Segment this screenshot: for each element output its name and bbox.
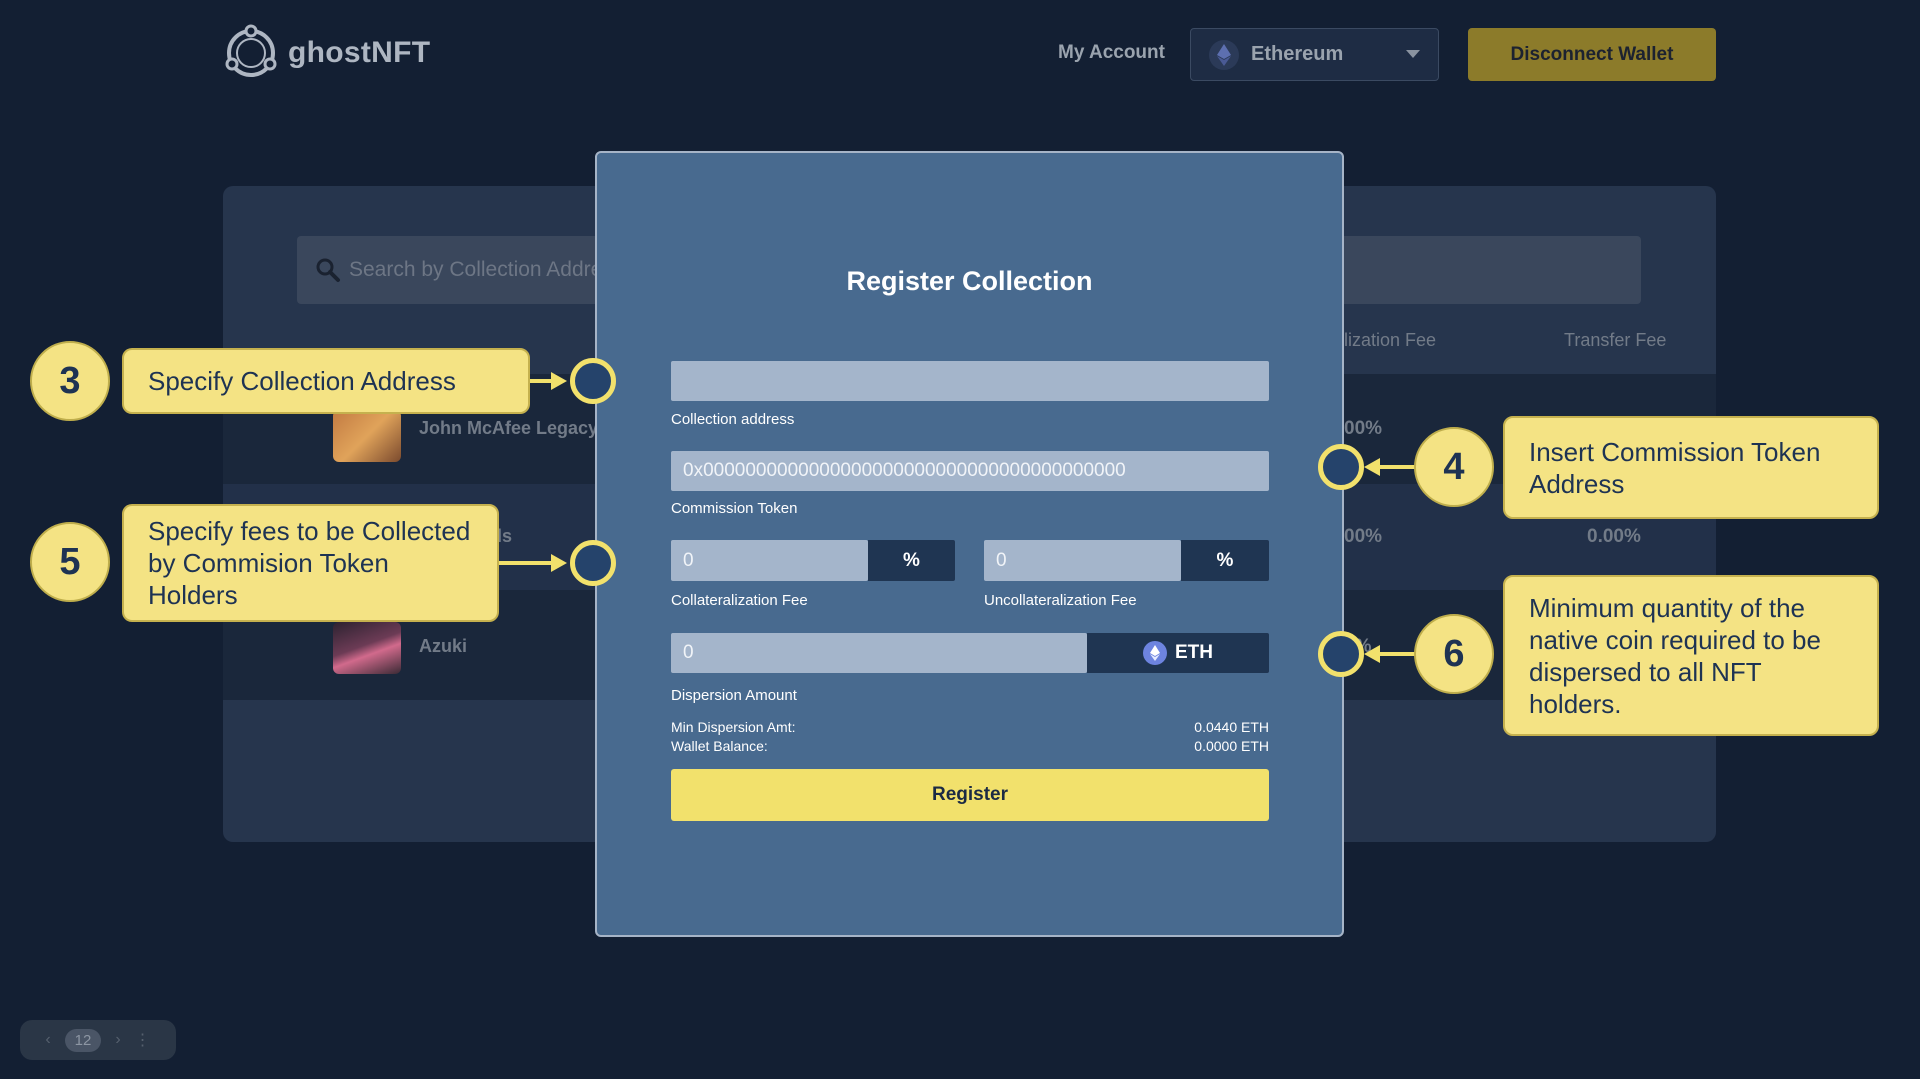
column-header-collateralization-fee: ralization Fee	[1328, 330, 1437, 350]
pagination: ‹ 12 › ⋮	[20, 1020, 176, 1060]
collection-name[interactable]: John McAfee Legacy	[419, 418, 598, 439]
search-icon	[316, 258, 340, 282]
arrow-right-icon	[551, 554, 567, 572]
uncollateralization-fee-input[interactable]: 0	[984, 540, 1181, 581]
chevron-down-icon	[1406, 50, 1420, 58]
callout-4-dot	[1318, 444, 1364, 490]
arrow-left-icon	[1364, 645, 1380, 663]
column-header-transfer-fee: Transfer Fee	[1564, 330, 1667, 350]
callout-6-dot	[1318, 631, 1364, 677]
network-select-value: Ethereum	[1251, 43, 1344, 65]
current-page[interactable]: 12	[64, 1028, 102, 1052]
collection-address-input[interactable]	[671, 361, 1269, 401]
collection-thumbnail	[333, 410, 401, 462]
chevron-right-icon[interactable]: ›	[115, 1031, 120, 1049]
collection-thumbnail	[333, 622, 401, 674]
arrow-left-icon	[1364, 458, 1380, 476]
my-account-link[interactable]: My Account	[1058, 42, 1165, 64]
callout-4-text: Insert Commission Token Address	[1503, 416, 1879, 519]
collection-fee: 00%	[1344, 526, 1383, 547]
callout-6-text: Minimum quantity of the native coin requ…	[1503, 575, 1879, 736]
callout-4-arrow	[1380, 465, 1415, 469]
callout-5-arrow	[499, 561, 552, 565]
ethereum-icon	[1209, 39, 1239, 70]
search-placeholder: Search by Collection Address	[349, 258, 624, 281]
collection-name[interactable]: Azuki	[419, 636, 467, 657]
collection-fee: 00%	[1344, 418, 1383, 439]
callout-3-badge: 3	[30, 341, 110, 421]
callout-3-arrow	[530, 379, 552, 383]
min-dispersion-value: 0.0440 ETH	[1194, 719, 1269, 735]
callout-5-dot	[570, 540, 616, 586]
collateralization-fee-label: Collateralization Fee	[671, 592, 808, 609]
uncollateralization-fee-label: Uncollateralization Fee	[984, 592, 1137, 609]
ghostnft-logo-icon	[225, 24, 277, 77]
collection-address-label: Collection address	[671, 411, 795, 428]
eth-suffix-label: ETH	[1175, 642, 1213, 663]
callout-5-text: Specify fees to be Collected by Commisio…	[122, 504, 499, 622]
percent-suffix: %	[868, 540, 955, 581]
min-dispersion-label: Min Dispersion Amt:	[671, 719, 796, 735]
dispersion-amount-input[interactable]: 0	[671, 633, 1087, 673]
commission-token-label: Commission Token	[671, 500, 798, 517]
collection-name[interactable]: ls	[497, 526, 512, 547]
callout-4-badge: 4	[1414, 427, 1494, 507]
ethereum-icon	[1143, 641, 1167, 665]
register-button[interactable]: Register	[671, 769, 1269, 821]
callout-3-text: Specify Collection Address	[122, 348, 530, 414]
logo[interactable]: ghostNFT	[222, 24, 430, 82]
collateralization-fee-input[interactable]: 0	[671, 540, 868, 581]
eth-suffix: ETH	[1087, 633, 1269, 673]
disconnect-wallet-button[interactable]: Disconnect Wallet	[1468, 28, 1716, 81]
callout-5-badge: 5	[30, 522, 110, 602]
dispersion-amount-label: Dispersion Amount	[671, 687, 797, 704]
callout-6-badge: 6	[1414, 614, 1494, 694]
network-select[interactable]: Ethereum	[1190, 28, 1439, 81]
commission-token-input[interactable]: 0x00000000000000000000000000000000000000…	[671, 451, 1269, 491]
wallet-balance-label: Wallet Balance:	[671, 738, 768, 754]
modal-title: Register Collection	[846, 266, 1093, 296]
more-icon[interactable]: ⋮	[135, 1030, 151, 1050]
arrow-right-icon	[551, 372, 567, 390]
percent-suffix: %	[1181, 540, 1269, 581]
wallet-balance-value: 0.0000 ETH	[1194, 738, 1269, 754]
callout-6-arrow	[1380, 652, 1415, 656]
logo-text: ghostNFT	[288, 36, 431, 69]
callout-3-dot	[570, 358, 616, 404]
chevron-left-icon[interactable]: ‹	[45, 1031, 50, 1049]
collection-transfer-fee: 0.00%	[1587, 526, 1641, 547]
